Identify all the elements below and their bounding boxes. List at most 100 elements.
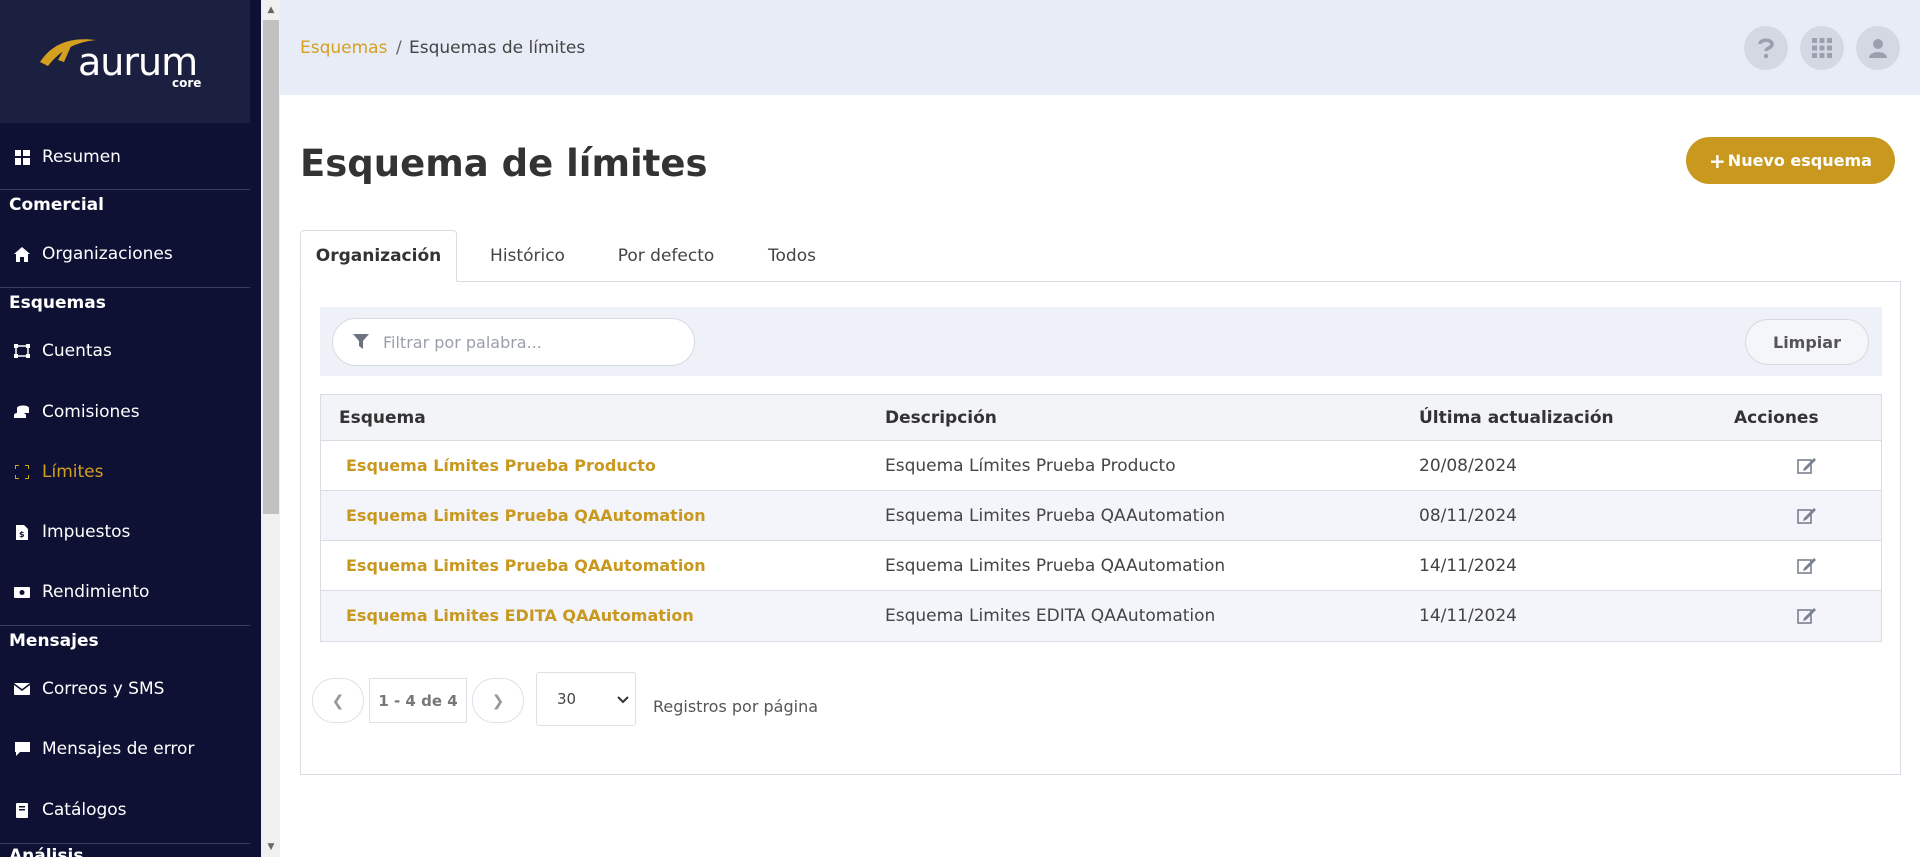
sidebar-item-organizaciones[interactable]: Organizaciones — [0, 234, 250, 274]
coins-icon — [14, 404, 30, 420]
column-header: Descripción — [885, 408, 997, 428]
schema-description: Esquema Limites Prueba QAAutomation — [885, 506, 1226, 526]
user-icon — [1869, 39, 1887, 58]
scroll-up-icon[interactable]: ▲ — [263, 3, 279, 17]
page-size-select[interactable]: 30 — [536, 672, 636, 726]
sidebar-item-label: Correos y SMS — [42, 679, 165, 699]
table-row: Esquema Limites EDITA QAAutomation Esque… — [321, 591, 1881, 641]
divider — [0, 843, 250, 844]
schema-updated: 14/11/2024 — [1419, 556, 1517, 576]
column-header: Acciones — [1734, 408, 1819, 428]
svg-text:$: $ — [19, 530, 25, 539]
breadcrumb-link[interactable]: Esquemas — [300, 38, 387, 58]
schema-link[interactable]: Esquema Limites Prueba QAAutomation — [346, 506, 706, 525]
book-icon — [14, 802, 30, 818]
tab-label: Por defecto — [617, 246, 715, 266]
page-size-value: 30 — [557, 690, 577, 708]
sidebar-item-rendimiento[interactable]: Rendimiento — [0, 572, 250, 612]
schema-updated: 14/11/2024 — [1419, 606, 1517, 626]
page-title: Esquema de límites — [300, 142, 708, 185]
schema-updated: 08/11/2024 — [1419, 506, 1517, 526]
comment-icon — [14, 741, 30, 757]
scrollbar-thumb[interactable] — [263, 20, 279, 514]
column-header: Esquema — [339, 408, 426, 428]
sidebar-item-mensajes-error[interactable]: Mensajes de error — [0, 729, 250, 769]
table-header: Esquema Descripción Última actualización… — [321, 395, 1881, 441]
tab-historico[interactable]: Histórico — [470, 230, 585, 282]
sidebar-item-limites[interactable]: Límites — [0, 452, 250, 492]
apps-button[interactable] — [1800, 26, 1844, 70]
schema-link[interactable]: Esquema Limites EDITA QAAutomation — [346, 606, 694, 625]
expand-icon — [14, 464, 30, 480]
sidebar-item-label: Límites — [42, 462, 104, 482]
prev-page-button[interactable]: ❮ — [312, 678, 364, 723]
tab-label: Todos — [768, 246, 816, 266]
user-button[interactable] — [1856, 26, 1900, 70]
sidebar-item-label: Catálogos — [42, 800, 127, 820]
logo-area: aurum core — [0, 0, 250, 123]
divider — [0, 625, 250, 626]
table-row: Esquema Limites Prueba QAAutomation Esqu… — [321, 541, 1881, 591]
schemas-table: Esquema Descripción Última actualización… — [320, 394, 1882, 642]
tab-label: Organización — [315, 246, 442, 266]
divider — [0, 189, 250, 190]
breadcrumb-separator: / — [396, 38, 402, 58]
table-row: Esquema Límites Prueba Producto Esquema … — [321, 441, 1881, 491]
envelope-icon — [14, 681, 30, 697]
schema-description: Esquema Limites Prueba QAAutomation — [885, 556, 1226, 576]
column-header: Última actualización — [1419, 408, 1614, 428]
page-info: 1 - 4 de 4 — [369, 678, 467, 723]
tab-por-defecto[interactable]: Por defecto — [605, 230, 727, 282]
next-page-button[interactable]: ❯ — [472, 678, 524, 723]
schema-description: Esquema Limites EDITA QAAutomation — [885, 606, 1216, 626]
edit-icon[interactable] — [1797, 507, 1817, 525]
breadcrumb-current: Esquemas de límites — [409, 38, 586, 58]
edit-icon[interactable] — [1797, 557, 1817, 575]
sidebar-item-catalogos[interactable]: Catálogos — [0, 790, 250, 830]
home-icon — [14, 246, 30, 262]
sidebar-item-label: Cuentas — [42, 341, 112, 361]
sidebar-item-label: Resumen — [42, 147, 121, 167]
tab-organizacion[interactable]: Organización — [300, 230, 457, 282]
sidebar-item-correos[interactable]: Correos y SMS — [0, 669, 250, 709]
schema-link[interactable]: Esquema Límites Prueba Producto — [346, 456, 656, 475]
sidebar: aurum core Resumen Comercial Organizacio… — [0, 0, 261, 857]
edit-icon[interactable] — [1797, 607, 1817, 625]
question-icon — [1758, 38, 1774, 59]
grid-icon — [1812, 38, 1832, 58]
filter-field[interactable] — [332, 318, 695, 366]
sidebar-item-label: Mensajes de error — [42, 739, 195, 759]
chevron-down-icon — [617, 696, 629, 704]
edit-icon[interactable] — [1797, 457, 1817, 475]
divider — [0, 287, 250, 288]
chevron-right-icon: ❯ — [491, 691, 505, 710]
sidebar-item-label: Impuestos — [42, 522, 131, 542]
filter-icon — [353, 334, 369, 349]
schema-description: Esquema Límites Prueba Producto — [885, 456, 1176, 476]
dashboard-icon — [14, 149, 30, 165]
sidebar-item-label: Comisiones — [42, 402, 140, 422]
scroll-down-icon[interactable]: ▼ — [263, 840, 279, 854]
help-button[interactable] — [1744, 26, 1788, 70]
new-schema-label: Nuevo esquema — [1727, 151, 1872, 170]
sidebar-item-impuestos[interactable]: $ Impuestos — [0, 512, 250, 552]
tab-todos[interactable]: Todos — [750, 230, 834, 282]
section-analisis: Análisis — [9, 846, 84, 857]
sidebar-item-cuentas[interactable]: Cuentas — [0, 331, 250, 371]
chevron-left-icon: ❮ — [331, 691, 345, 710]
money-bill-icon — [14, 584, 30, 600]
filter-input[interactable] — [383, 332, 683, 352]
new-schema-button[interactable]: + Nuevo esquema — [1686, 137, 1895, 184]
table-row: Esquema Limites Prueba QAAutomation Esqu… — [321, 491, 1881, 541]
plus-icon: + — [1709, 148, 1726, 173]
tab-label: Histórico — [490, 246, 565, 266]
sidebar-item-label: Organizaciones — [42, 244, 173, 264]
schema-link[interactable]: Esquema Limites Prueba QAAutomation — [346, 556, 706, 575]
sidebar-item-comisiones[interactable]: Comisiones — [0, 392, 250, 432]
page-size-label: Registros por página — [653, 697, 819, 716]
clear-button[interactable]: Limpiar — [1745, 319, 1869, 365]
network-icon — [14, 343, 30, 359]
invoice-icon: $ — [14, 524, 30, 540]
sidebar-item-resumen[interactable]: Resumen — [0, 137, 250, 177]
sidebar-item-label: Rendimiento — [42, 582, 150, 602]
